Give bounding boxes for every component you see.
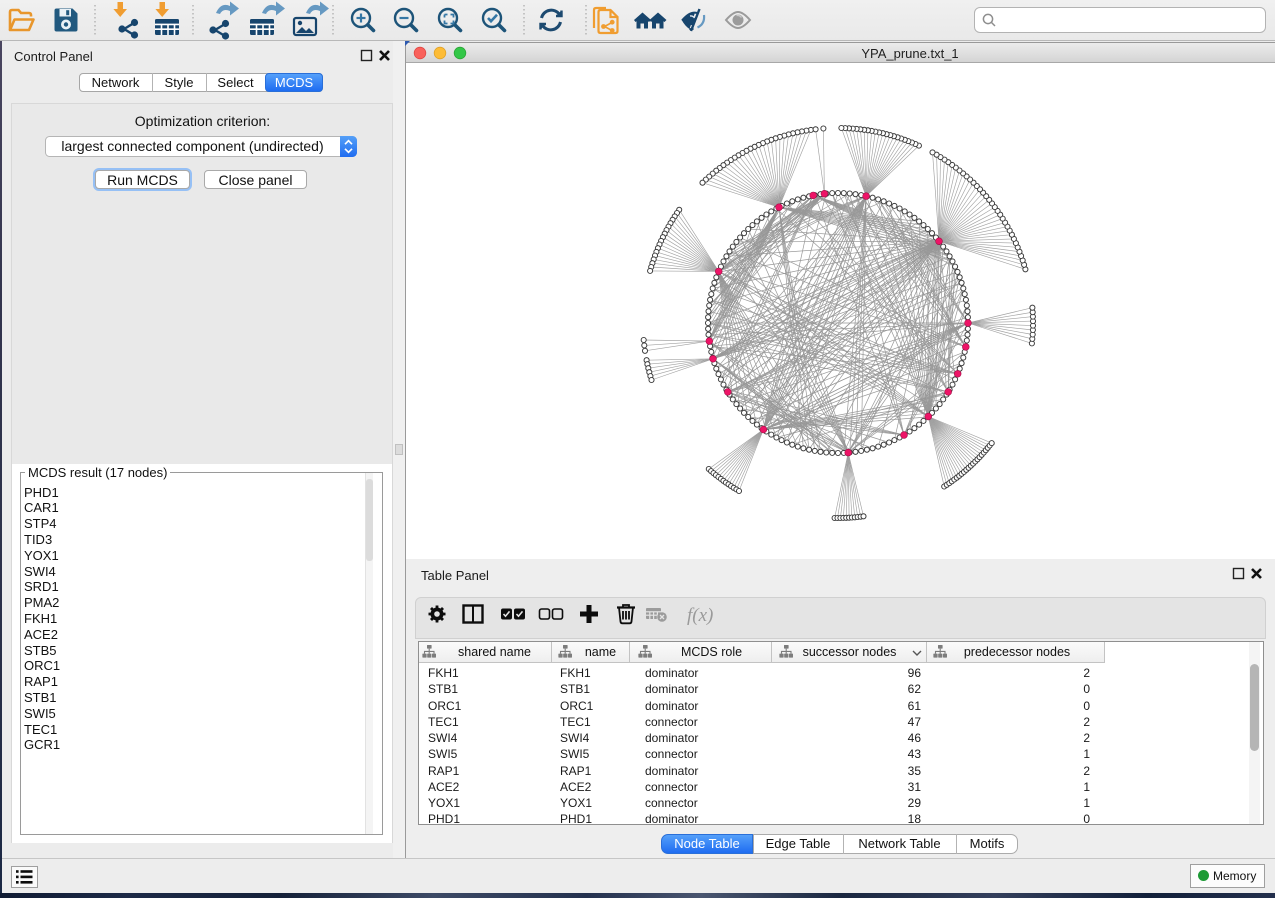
svg-text:f(x): f(x) — [687, 605, 713, 626]
